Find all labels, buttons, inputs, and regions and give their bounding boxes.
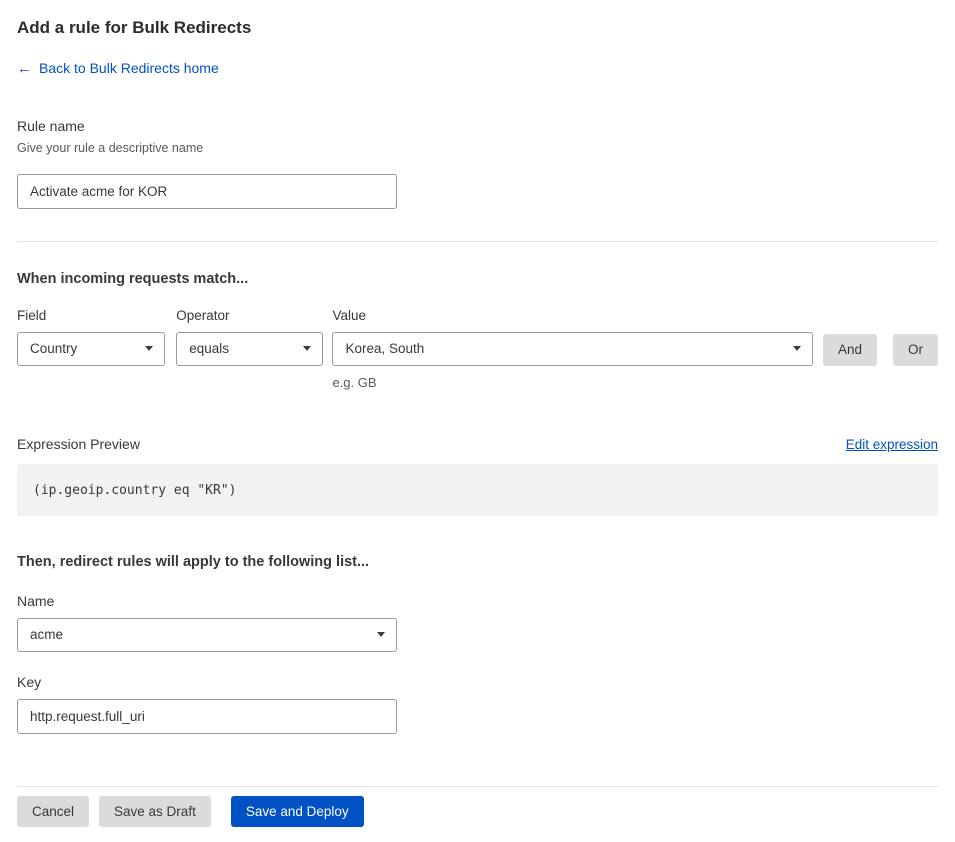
- rule-name-section: Rule name Give your rule a descriptive n…: [17, 118, 938, 209]
- expression-code-box: (ip.geoip.country eq "KR"): [17, 463, 938, 516]
- value-select-value: Korea, South: [345, 341, 425, 356]
- back-link[interactable]: ← Back to Bulk Redirects home: [17, 60, 219, 76]
- list-name-select[interactable]: acme: [17, 617, 397, 652]
- cancel-button[interactable]: Cancel: [17, 795, 90, 827]
- or-button[interactable]: Or: [893, 333, 938, 366]
- list-name-section: Name acme: [17, 593, 938, 652]
- redirect-list-heading: Then, redirect rules will apply to the f…: [17, 553, 370, 570]
- form-actions: Cancel Save as Draft Save and Deploy: [17, 795, 938, 827]
- page-title: Add a rule for Bulk Redirects: [17, 18, 252, 37]
- chevron-down-icon: [145, 346, 154, 351]
- list-key-label: Key: [17, 673, 42, 690]
- list-key-section: Key: [17, 674, 938, 734]
- field-select-value: Country: [30, 341, 78, 356]
- edit-expression-link[interactable]: Edit expression: [846, 437, 938, 452]
- chevron-down-icon: [303, 346, 312, 351]
- list-name-label: Name: [17, 592, 55, 609]
- expression-preview-label: Expression Preview: [17, 435, 140, 452]
- field-label: Field: [17, 307, 47, 323]
- save-as-draft-button[interactable]: Save as Draft: [99, 795, 211, 827]
- save-and-deploy-button[interactable]: Save and Deploy: [230, 795, 364, 827]
- value-select[interactable]: Korea, South: [332, 331, 813, 366]
- and-button[interactable]: And: [822, 333, 877, 366]
- match-section-heading: When incoming requests match...: [17, 270, 249, 287]
- value-hint: e.g. GB: [332, 374, 377, 390]
- value-label: Value: [332, 307, 366, 323]
- rule-name-help: Give your rule a descriptive name: [17, 140, 204, 155]
- operator-select[interactable]: equals: [176, 331, 324, 366]
- list-name-select-value: acme: [30, 627, 64, 642]
- rule-name-input[interactable]: [17, 173, 397, 209]
- operator-select-value: equals: [189, 341, 230, 356]
- operator-column: Operator equals: [176, 307, 324, 366]
- chevron-down-icon: [377, 632, 385, 637]
- expression-code: (ip.geoip.country eq "KR"): [33, 482, 237, 498]
- field-select[interactable]: Country: [17, 331, 166, 366]
- divider: [17, 785, 938, 787]
- value-column: Value Korea, South e.g. GB: [332, 308, 813, 390]
- bulk-redirects-rule-page: Add a rule for Bulk Redirects ← Back to …: [0, 0, 955, 827]
- back-link-label: Back to Bulk Redirects home: [39, 60, 219, 76]
- list-key-input[interactable]: [17, 698, 397, 734]
- operator-label: Operator: [176, 307, 230, 323]
- expression-preview-header: Expression Preview Edit expression: [17, 436, 938, 452]
- field-column: Field Country: [17, 307, 166, 366]
- back-arrow-icon: ←: [17, 59, 32, 77]
- divider: [17, 240, 938, 242]
- chevron-down-icon: [792, 346, 801, 351]
- rule-name-label: Rule name: [17, 117, 85, 134]
- match-condition-row: Field Country Operator equals Value Kore…: [17, 308, 938, 390]
